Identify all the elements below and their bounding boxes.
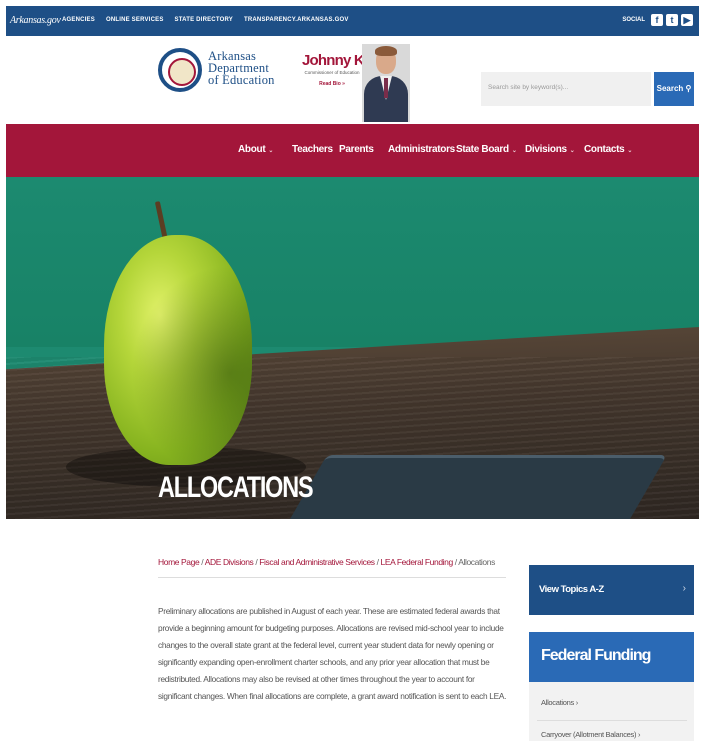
page-title: ALLOCATIONS: [158, 471, 314, 504]
tablet-image: [275, 455, 667, 519]
utility-link-transparency[interactable]: TRANSPARENCY.ARKANSAS.GOV: [244, 17, 349, 23]
twitter-icon[interactable]: t: [666, 14, 678, 26]
facebook-icon[interactable]: f: [651, 14, 663, 26]
federal-funding-menu: Federal Funding Allocations › Carryover …: [529, 632, 694, 741]
search-button-label: Search: [656, 84, 684, 93]
divider: [537, 720, 687, 721]
divider: [158, 577, 506, 578]
nav-item-contacts[interactable]: Contacts ⌄: [584, 144, 632, 155]
main-nav: About ⌄ Teachers Parents Administrators S…: [6, 124, 699, 177]
arkansas-gov-logo[interactable]: Arkansas.gov: [10, 15, 61, 26]
breadcrumb-home[interactable]: Home Page: [158, 557, 200, 567]
utility-links: AGENCIES ONLINE SERVICES STATE DIRECTORY…: [62, 17, 349, 23]
search-button[interactable]: Search ⚲: [654, 72, 694, 106]
nav-item-teachers[interactable]: Teachers: [292, 144, 333, 155]
chevron-down-icon: ⌄: [569, 148, 575, 154]
site-header: Arkansas Department of Education Johnny …: [6, 36, 699, 124]
breadcrumb-current: Allocations: [458, 557, 495, 567]
nav-item-about[interactable]: About ⌄: [238, 144, 273, 155]
sidebar-link-allocations[interactable]: Allocations ›: [541, 698, 578, 707]
chevron-down-icon: ⌄: [511, 148, 517, 154]
view-topics-label: View Topics A-Z: [539, 584, 604, 595]
commissioner-title: Commissioner of Education: [304, 70, 360, 75]
nav-item-administrators[interactable]: Administrators: [388, 144, 455, 155]
nav-item-state-board[interactable]: State Board ⌄: [456, 144, 517, 155]
page-frame: Arkansas.gov AGENCIES ONLINE SERVICES ST…: [6, 6, 699, 741]
breadcrumb-ade-divisions[interactable]: ADE Divisions: [205, 557, 254, 567]
department-logo-text[interactable]: Arkansas Department of Education: [208, 50, 275, 87]
utility-bar: Arkansas.gov AGENCIES ONLINE SERVICES ST…: [6, 6, 699, 36]
chevron-right-icon: ›: [682, 583, 686, 594]
utility-link-state-directory[interactable]: STATE DIRECTORY: [175, 17, 233, 23]
utility-link-online-services[interactable]: ONLINE SERVICES: [106, 17, 164, 23]
sidebar-link-carryover[interactable]: Carryover (Allotment Balances) ›: [541, 730, 640, 739]
federal-funding-heading: Federal Funding: [529, 632, 694, 682]
state-seal-logo[interactable]: [158, 48, 202, 92]
breadcrumb-fiscal-services[interactable]: Fiscal and Administrative Services: [259, 557, 375, 567]
hero-banner: ALLOCATIONS: [6, 177, 699, 519]
social-label: SOCIAL: [622, 17, 645, 23]
body-paragraph: Preliminary allocations are published in…: [158, 606, 507, 701]
commissioner-block: Johnny Key Commissioner of Education Rea…: [302, 52, 380, 87]
youtube-icon[interactable]: ▶: [681, 14, 693, 26]
chevron-down-icon: ⌄: [268, 148, 274, 154]
commissioner-name: Johnny Key: [302, 52, 380, 69]
nav-item-divisions[interactable]: Divisions ⌄: [525, 144, 575, 155]
search-icon: ⚲: [685, 84, 692, 93]
main-content: Home Page / ADE Divisions / Fiscal and A…: [6, 519, 699, 741]
dept-line-3: of Education: [208, 73, 275, 87]
commissioner-portrait: [362, 44, 410, 122]
chevron-down-icon: ⌄: [627, 148, 633, 154]
utility-link-agencies[interactable]: AGENCIES: [62, 17, 95, 23]
view-topics-button[interactable]: View Topics A-Z ›: [529, 565, 694, 615]
social-links: SOCIAL f t ▶: [622, 14, 693, 26]
breadcrumb-lea-federal-funding[interactable]: LEA Federal Funding: [381, 557, 454, 567]
read-bio-link[interactable]: Read Bio »: [302, 81, 362, 87]
nav-item-parents[interactable]: Parents: [339, 144, 374, 155]
breadcrumb: Home Page / ADE Divisions / Fiscal and A…: [158, 557, 495, 567]
search-input[interactable]: Search site by keyword(s)...: [481, 72, 651, 106]
search-placeholder: Search site by keyword(s)...: [488, 84, 569, 91]
